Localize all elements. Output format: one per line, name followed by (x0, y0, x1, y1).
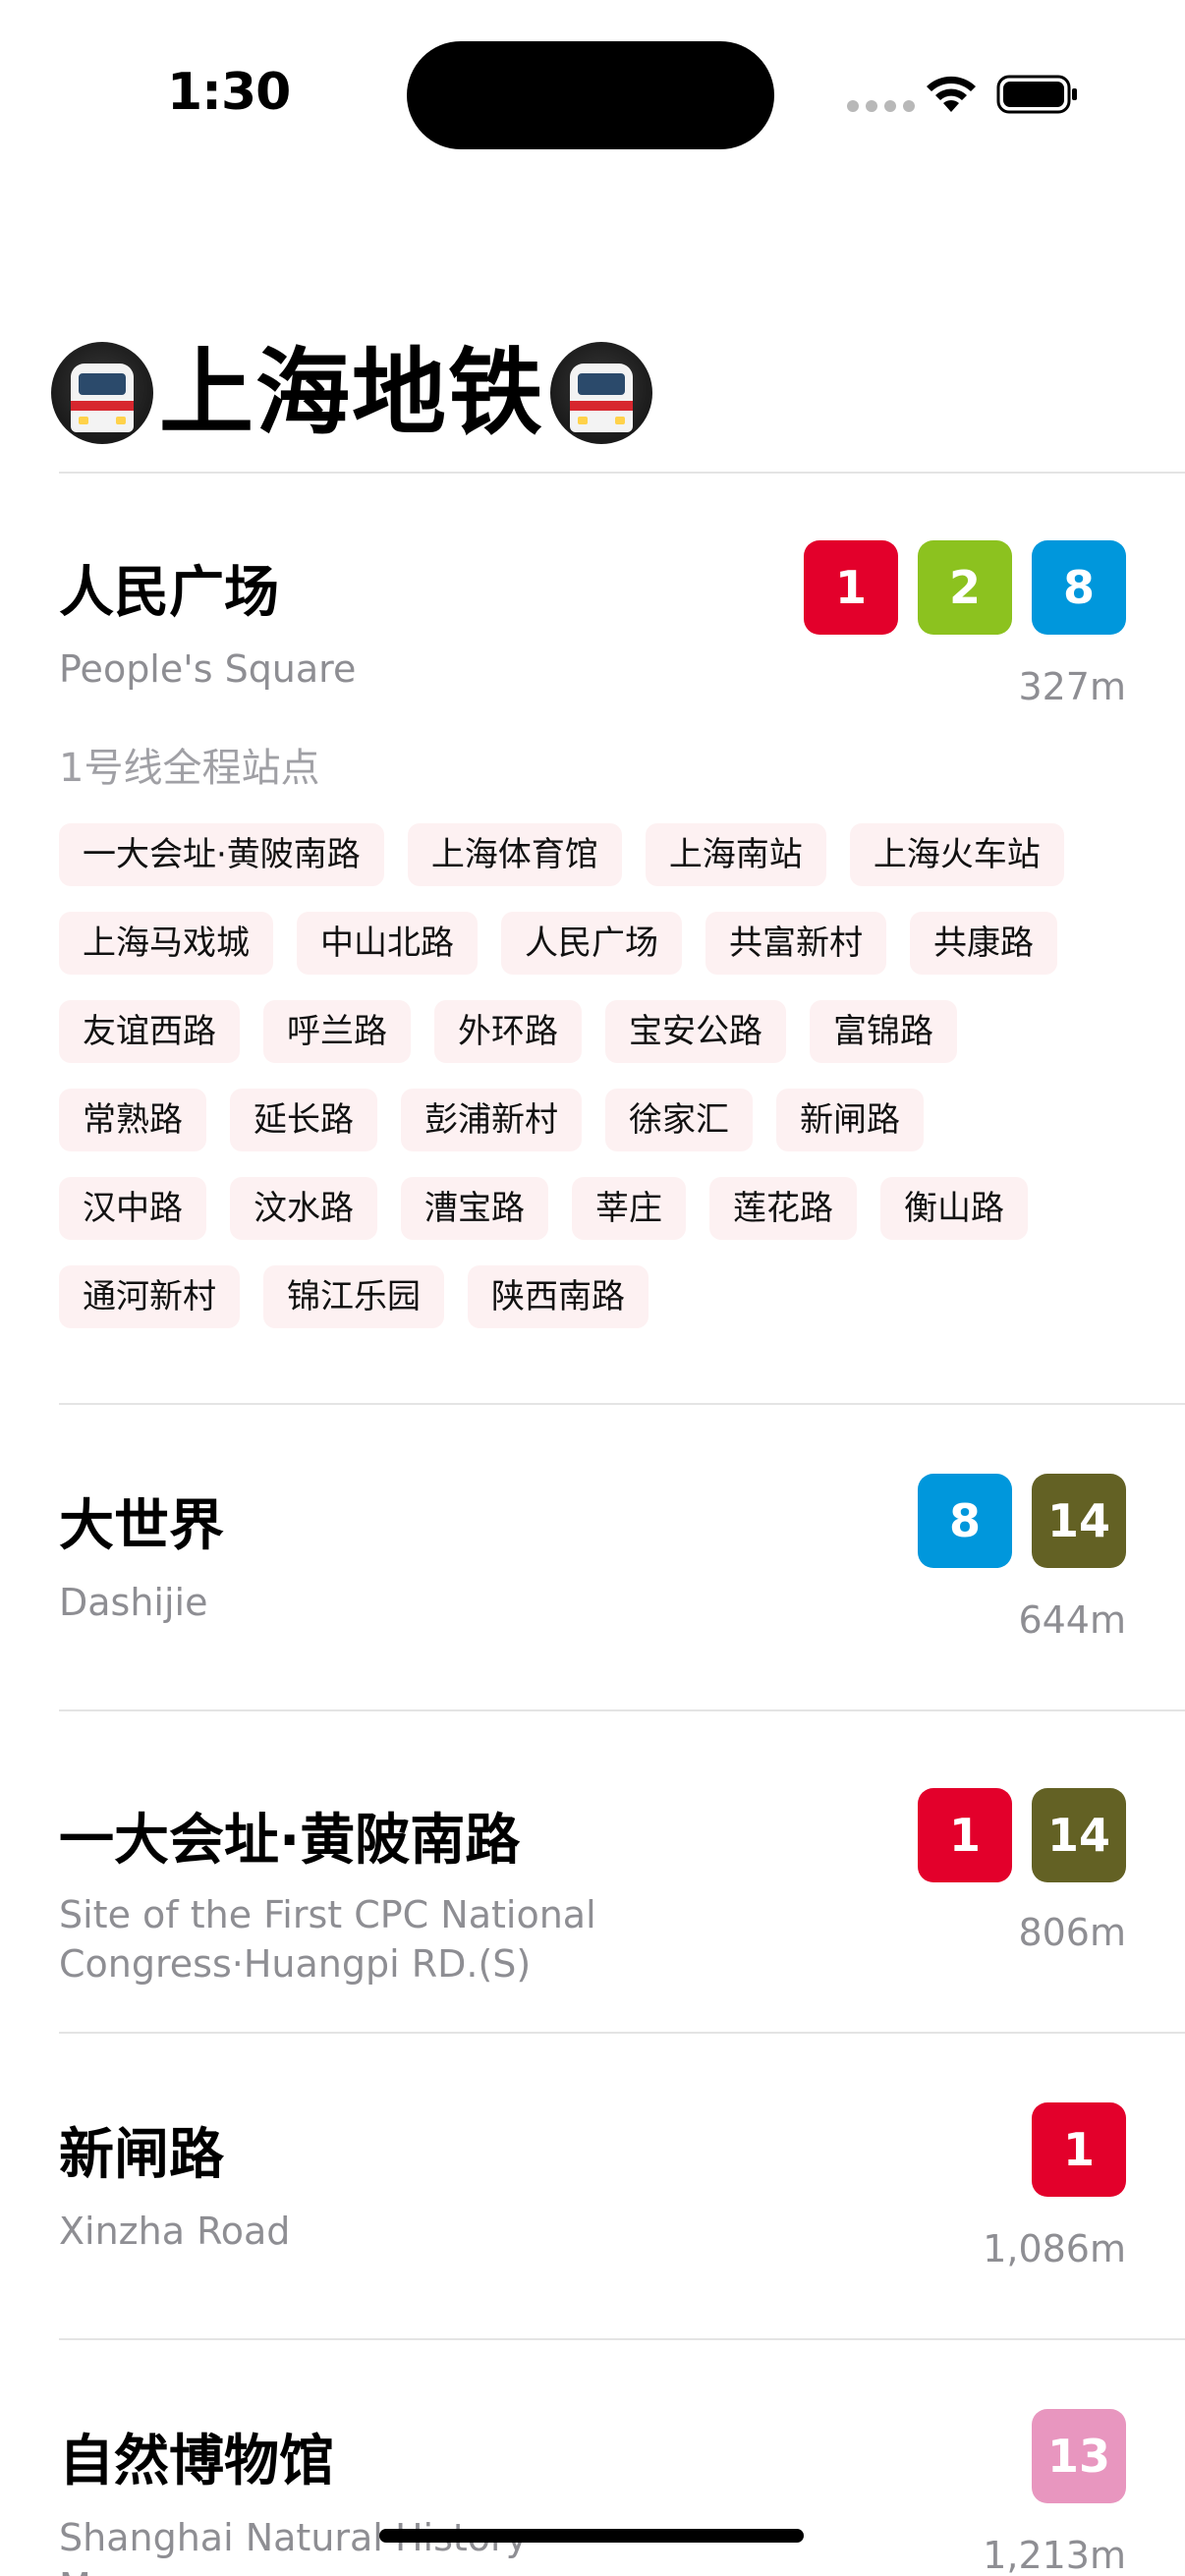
stop-chip[interactable]: 漕宝路 (401, 1177, 548, 1240)
line-badges: 1 2 8 (804, 540, 1126, 635)
station-row[interactable]: 一大会址·黄陂南路 Site of the First CPC National… (59, 1759, 1126, 1994)
stop-chip[interactable]: 中山北路 (297, 912, 478, 975)
station-english-name: People's Square (59, 647, 357, 691)
line-badges: 1 (1032, 2102, 1126, 2197)
station-row[interactable]: 新闸路 Xinzha Road 1 1,086m (59, 2073, 1126, 2269)
line-badge[interactable]: 13 (1032, 2409, 1126, 2503)
dynamic-island (407, 41, 774, 149)
divider (59, 2032, 1185, 2034)
station-english-name: Xinzha Road (59, 2210, 291, 2253)
line-badge[interactable]: 14 (1032, 1788, 1126, 1882)
station-row[interactable]: 人民广场 People's Square 1 2 8 327m (59, 511, 1126, 707)
stop-chip[interactable]: 上海南站 (645, 823, 826, 886)
stop-chip[interactable]: 呼兰路 (263, 1000, 411, 1063)
station-name: 新闸路 (59, 2123, 224, 2187)
stop-chip[interactable]: 衡山路 (880, 1177, 1028, 1240)
line-badge[interactable]: 1 (1032, 2102, 1126, 2197)
page-title: 上海地铁 (159, 338, 544, 448)
page-title-row: 上海地铁 (51, 334, 652, 452)
wifi-icon (927, 76, 976, 112)
stop-chip[interactable]: 人民广场 (501, 912, 682, 975)
stop-chip[interactable]: 莲花路 (709, 1177, 857, 1240)
station-name: 人民广场 (59, 561, 279, 625)
divider (59, 1403, 1185, 1405)
station-distance: 1,213m (983, 2534, 1126, 2576)
station-english-name: Site of the First CPC National Congress·… (59, 1893, 596, 1986)
line-badge[interactable]: 14 (1032, 1474, 1126, 1568)
stop-chip[interactable]: 徐家汇 (605, 1089, 753, 1151)
divider (59, 2338, 1185, 2340)
stop-chip[interactable]: 上海体育馆 (407, 823, 622, 886)
line-badge[interactable]: 1 (804, 540, 898, 635)
stop-chip[interactable]: 外环路 (434, 1000, 582, 1063)
stop-chip[interactable]: 共康路 (910, 912, 1057, 975)
line-badge[interactable]: 1 (918, 1788, 1012, 1882)
line-badges: 8 14 (918, 1474, 1126, 1568)
stop-chip[interactable]: 锦江乐园 (263, 1265, 444, 1328)
station-english-name: Dashijie (59, 1581, 208, 1624)
cellular-signal-icon (847, 100, 915, 112)
line-stops-list: 一大会址·黄陂南路 上海体育馆 上海南站 上海火车站上海马戏城 中山北路 人民广场 共富新村… (59, 823, 1071, 1328)
status-time: 1:30 (167, 63, 291, 122)
status-bar: 1:30 (0, 0, 1185, 196)
stop-chip[interactable]: 通河新村 (59, 1265, 240, 1328)
stop-chip[interactable]: 上海马戏城 (59, 912, 273, 975)
train-emoji-icon (550, 342, 652, 444)
home-indicator[interactable] (379, 2529, 804, 2543)
station-name: 大世界 (59, 1494, 224, 1558)
stop-chip[interactable]: 新闸路 (776, 1089, 924, 1151)
line-badges: 13 (1032, 2409, 1126, 2503)
station-name: 一大会址·黄陂南路 (59, 1809, 521, 1873)
stop-chip[interactable]: 延长路 (230, 1089, 377, 1151)
stop-chip[interactable]: 上海火车站 (849, 823, 1064, 886)
line-badge[interactable]: 8 (918, 1474, 1012, 1568)
line-stops-title: 1号线全程站点 (59, 746, 320, 791)
stop-chip[interactable]: 一大会址·黄陂南路 (59, 823, 384, 886)
line-badges: 1 14 (918, 1788, 1126, 1882)
station-distance: 327m (1018, 665, 1126, 708)
stop-chip[interactable]: 莘庄 (572, 1177, 686, 1240)
battery-icon (996, 75, 1077, 114)
station-row[interactable]: 大世界 Dashijie 8 14 644m (59, 1444, 1126, 1641)
stop-chip[interactable]: 陕西南路 (468, 1265, 649, 1328)
station-distance: 806m (1018, 1911, 1126, 1954)
line-badge[interactable]: 2 (918, 540, 1012, 635)
station-distance: 1,086m (983, 2227, 1126, 2270)
station-row[interactable]: 自然博物馆 Shanghai Natural History Museum 13… (59, 2380, 1126, 2576)
stop-chip[interactable]: 汶水路 (230, 1177, 377, 1240)
stop-chip[interactable]: 彭浦新村 (401, 1089, 582, 1151)
stop-chip[interactable]: 友谊西路 (59, 1000, 240, 1063)
stop-chip[interactable]: 富锦路 (810, 1000, 957, 1063)
station-name: 自然博物馆 (59, 2430, 334, 2493)
stop-chip[interactable]: 常熟路 (59, 1089, 206, 1151)
station-english-name: Shanghai Natural History Museum (59, 2516, 528, 2576)
divider (59, 472, 1185, 474)
station-distance: 644m (1018, 1598, 1126, 1642)
stop-chip[interactable]: 汉中路 (59, 1177, 206, 1240)
stop-chip[interactable]: 共富新村 (705, 912, 886, 975)
divider (59, 1709, 1185, 1711)
train-emoji-icon (51, 342, 153, 444)
line-badge[interactable]: 8 (1032, 540, 1126, 635)
stop-chip[interactable]: 宝安公路 (605, 1000, 786, 1063)
